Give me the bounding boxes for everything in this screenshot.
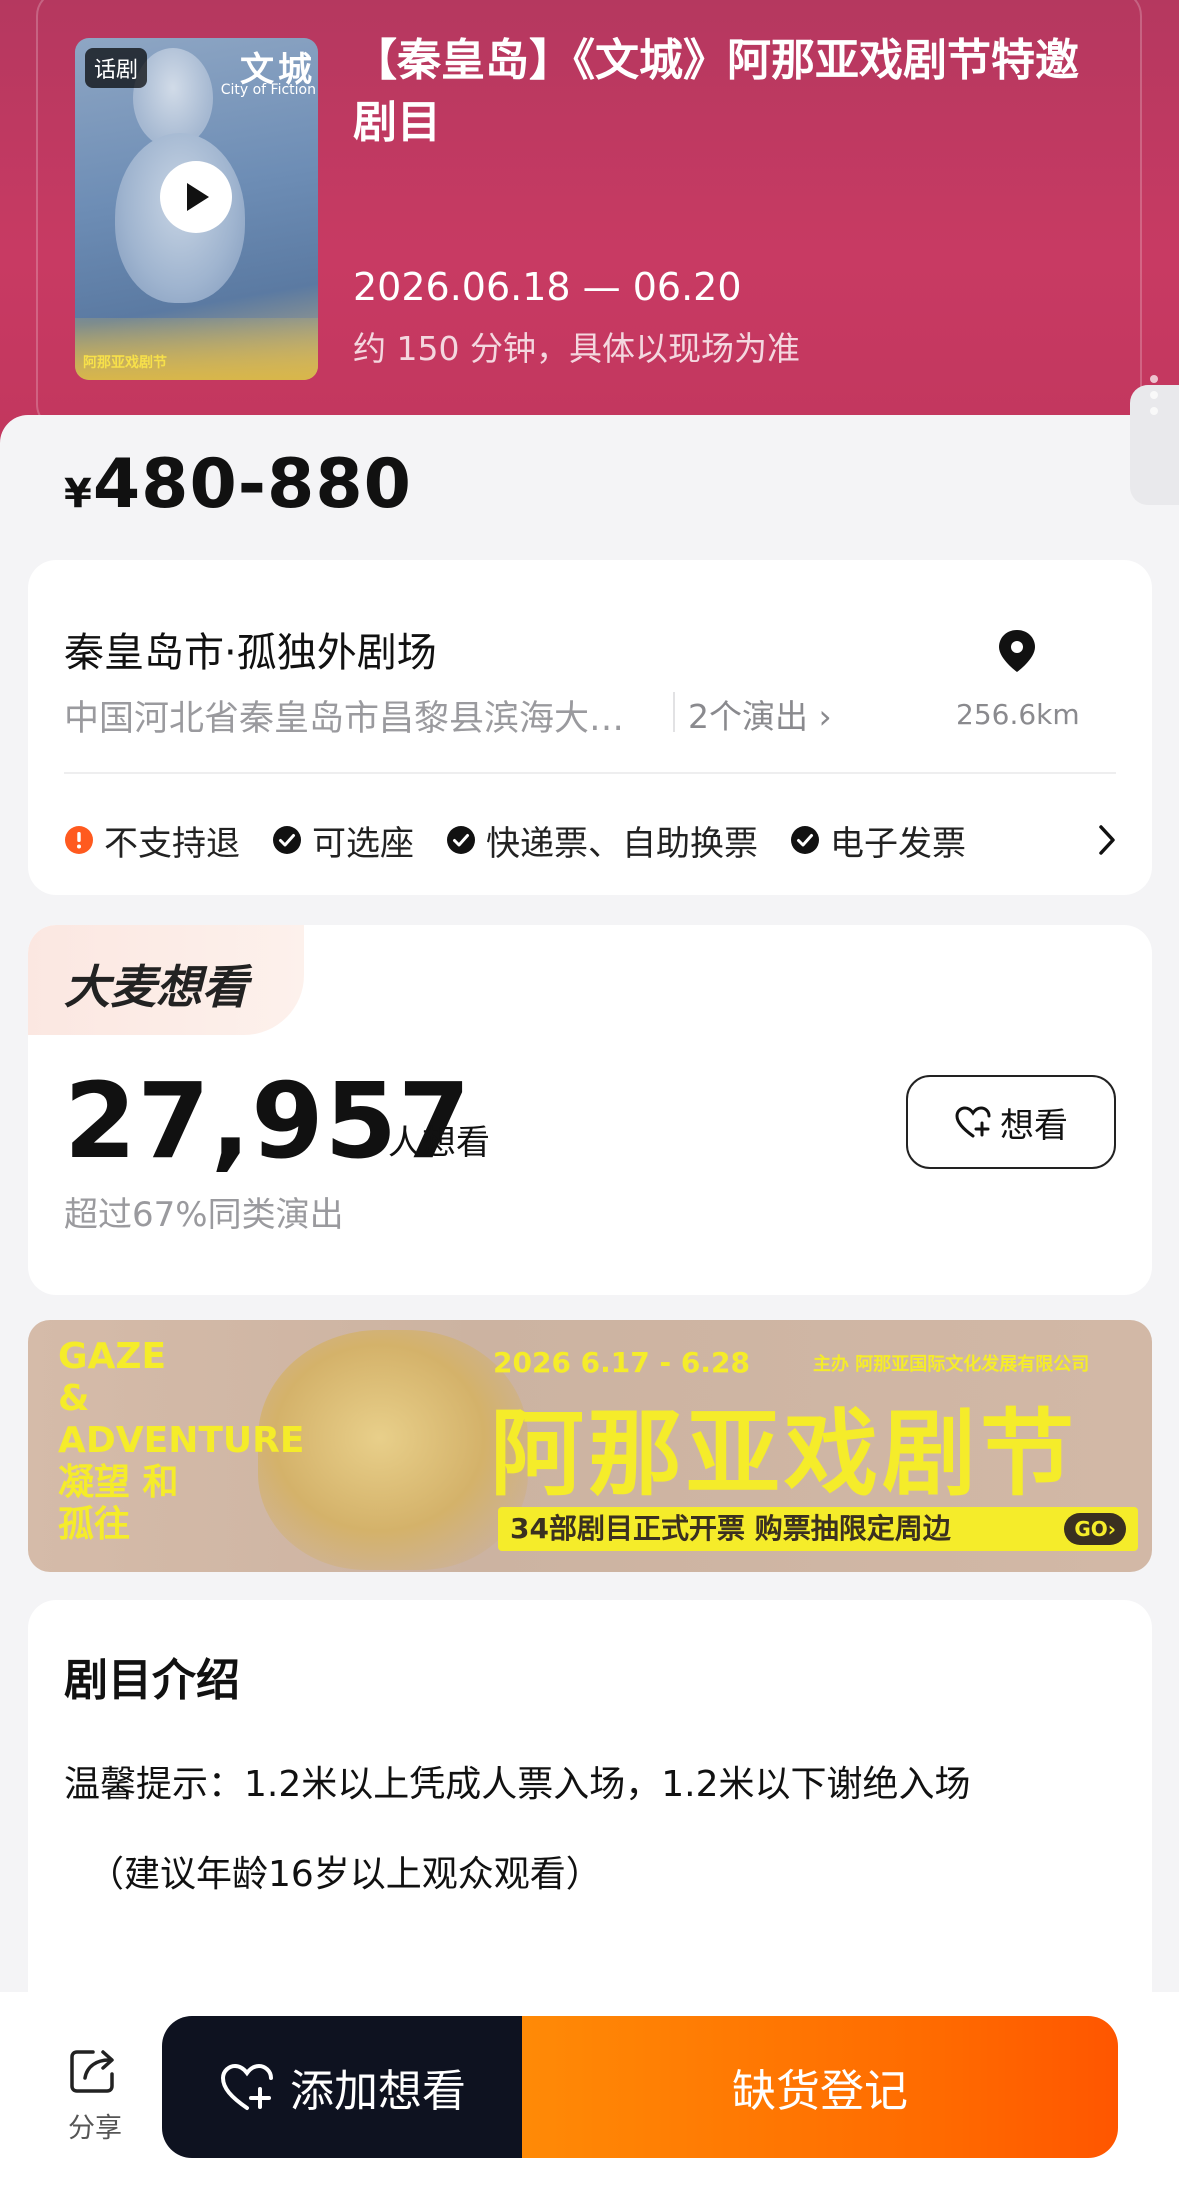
want-button-label: 想看 (1000, 1105, 1068, 1146)
heart-plus-icon (955, 1106, 991, 1138)
policy-e-invoice: 电子发票 (790, 816, 966, 865)
out-of-stock-register-button[interactable]: 缺货登记 (522, 2016, 1118, 2158)
intro-age-advice: （建议年龄16岁以上观众观看） (88, 1854, 602, 1895)
banner-date: 2026 6.17 - 6.28 (493, 1346, 750, 1379)
poster-category-tag: 话剧 (85, 48, 148, 88)
play-icon (187, 183, 209, 211)
venue-address: 中国河北省秦皇岛市昌黎县滨海大道阿那亚 (64, 699, 654, 739)
venue-distance: 256.6km (956, 698, 1080, 731)
show-title: 【秦皇岛】《文城》阿那亚戏剧节特邀剧目 (353, 35, 1079, 148)
register-label: 缺货登记 (732, 2066, 908, 2117)
venue-card[interactable]: 秦皇岛市·孤独外剧场 中国河北省秦皇岛市昌黎县滨海大道阿那亚 2个演出 › 25… (28, 560, 1152, 895)
share-label: 分享 (68, 2113, 122, 2144)
add-want-button[interactable]: 添加想看 (162, 2016, 522, 2158)
show-header: 话剧 文城 City of Fiction 阿那亚戏剧节 【秦皇岛】《文城》阿那… (0, 0, 1179, 470)
price-value: 480-880 (92, 445, 412, 524)
want-to-see-card: 大麦想看 27,957 人想看 超过67%同类演出 想看 (28, 925, 1152, 1295)
check-icon (790, 825, 820, 855)
banner-slogan-line: & (58, 1378, 90, 1419)
add-want-label: 添加想看 (290, 2066, 466, 2117)
alert-icon (64, 825, 94, 855)
policy-label: 不支持退 (104, 823, 240, 864)
banner-host: 主办 阿那亚国际文化发展有限公司 (813, 1354, 1090, 1375)
venue-divider (673, 692, 675, 732)
chevron-right-icon[interactable] (1096, 822, 1118, 862)
venue-shows-link[interactable]: 2个演出 › (688, 690, 832, 738)
poster-festival-logo: 阿那亚戏剧节 (83, 355, 167, 371)
ticket-policy-row[interactable]: 不支持退 可选座 快递票、自助换票 电子发票 (64, 815, 998, 865)
venue-name: 秦皇岛市·孤独外剧场 (64, 630, 437, 676)
banner-slogan-line: GAZE (58, 1336, 167, 1377)
poster-subtitle: City of Fiction (220, 82, 316, 98)
banner-go-button[interactable]: GO› (1064, 1513, 1126, 1545)
policy-label: 可选座 (312, 823, 414, 864)
price-range: ¥480-880 (64, 445, 412, 524)
bottom-action-bar: 分享 添加想看 缺货登记 (0, 1992, 1179, 2200)
policy-delivery: 快递票、自助换票 (446, 816, 758, 865)
show-poster[interactable]: 话剧 文城 City of Fiction 阿那亚戏剧节 (75, 38, 318, 380)
heart-plus-icon (220, 2063, 273, 2110)
festival-banner[interactable]: GAZE & ADVENTURE 凝望 和 孤往 2026 6.17 - 6.2… (28, 1320, 1152, 1572)
check-icon (446, 825, 476, 855)
policy-no-refund: 不支持退 (64, 816, 240, 865)
want-button[interactable]: 想看 (906, 1075, 1116, 1169)
policy-label: 电子发票 (830, 823, 966, 864)
banner-subtitle-text: 34部剧目正式开票 购票抽限定周边 (510, 1512, 951, 1545)
policy-seat-select: 可选座 (272, 816, 414, 865)
intro-tip: 温馨提示：1.2米以上凭成人票入场，1.2米以下谢绝入场 (64, 1764, 971, 1805)
intro-title: 剧目介绍 (64, 1655, 240, 1706)
want-rank-text: 超过67%同类演出 (64, 1195, 344, 1235)
action-button-group: 添加想看 缺货登记 (162, 2016, 1118, 2158)
damai-want-logo: 大麦想看 (64, 960, 248, 1014)
detail-sheet: ¥480-880 秦皇岛市·孤独外剧场 中国河北省秦皇岛市昌黎县滨海大道阿那亚 … (0, 415, 1179, 2200)
banner-subtitle: 34部剧目正式开票 购票抽限定周边 GO› (498, 1507, 1138, 1551)
check-icon (272, 825, 302, 855)
venue-separator (64, 772, 1116, 774)
banner-title: 阿那亚戏剧节 (490, 1400, 1079, 1509)
location-pin-icon[interactable] (996, 628, 1038, 678)
banner-slogan-line: ADVENTURE (58, 1420, 305, 1461)
banner-slogan-line: 孤往 (58, 1504, 131, 1545)
policy-label: 快递票、自助换票 (486, 823, 758, 864)
want-unit: 人想看 (388, 1123, 490, 1163)
banner-slogan: GAZE & ADVENTURE 凝望 和 孤往 (58, 1336, 304, 1546)
banner-slogan-line: 凝望 和 (58, 1462, 179, 1503)
scroll-dots (1150, 375, 1158, 415)
share-button[interactable]: 分享 (60, 2044, 130, 2145)
currency-symbol: ¥ (64, 471, 93, 517)
show-duration: 约 150 分钟，具体以现场为准 (353, 329, 800, 368)
play-video-button[interactable] (160, 161, 232, 233)
share-icon (70, 2050, 114, 2093)
show-date: 2026.06.18 — 06.20 (353, 265, 742, 309)
